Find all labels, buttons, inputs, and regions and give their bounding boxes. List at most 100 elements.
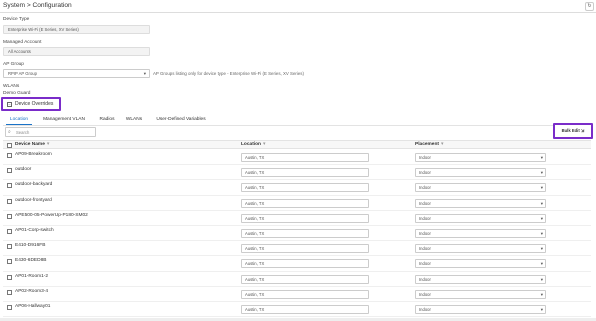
location-input[interactable]: Austin, TX [241,259,369,269]
row-checkbox[interactable] [7,289,12,295]
chevron-down-icon: ▾ [540,276,543,282]
ap-group-label: AP Group [3,62,24,67]
placement-select[interactable]: Indoor ▾ [415,274,546,284]
device-name: AP06-Hallway01 [15,304,51,309]
location-input[interactable]: Austin, TX [241,153,369,162]
sort-icon: ▾ [441,142,444,147]
row-checkbox[interactable] [7,259,12,265]
row-checkbox[interactable] [7,168,12,174]
chevron-down-icon: ▾ [540,307,543,312]
chevron-down-icon: ▾ [540,170,543,176]
placement-select[interactable]: Indoor ▾ [415,259,546,269]
location-input[interactable]: Austin, TX [241,229,369,238]
row-checkbox[interactable] [7,274,12,280]
placement-select[interactable]: Indoor ▾ [415,244,546,254]
chevron-down-icon: ▾ [540,231,543,236]
device-name: E430-6DED8B [15,258,47,264]
sort-icon: ▾ [46,142,50,147]
wlans-label: WLANs [3,84,20,89]
breadcrumb: System > Configuration [3,2,72,9]
placement-select[interactable]: Indoor ▾ [415,305,546,314]
table-row: E430-6DED8B Austin, TX Indoor ▾ [3,256,591,272]
placement-select[interactable]: Indoor ▾ [415,198,546,208]
location-input[interactable]: Austin, TX [241,274,369,284]
table-row: AP09-Breakroom Austin, TX Indoor ▾ [3,150,591,166]
device-overrides-checkbox[interactable]: − [7,102,12,107]
device-type-field: Enterprise Wi-Fi (E Series, XV Series) [3,25,150,34]
row-checkbox[interactable] [7,244,12,250]
chevron-down-icon: ▾ [540,261,543,267]
device-type-label: Device Type [3,17,30,22]
device-overrides-toggle[interactable]: − Device Overrides [1,97,61,111]
placement-select[interactable]: Indoor ▾ [415,168,546,178]
table-row: APE500-05-PowerUp-P180-SM02 Austin, TX I… [3,211,591,226]
device-name: outdoor [15,167,32,173]
table-row: E410-D916FB Austin, TX Indoor ▾ [3,241,591,257]
ap-group-value: RPIP AP Group [8,71,37,76]
bulk-edit-button[interactable]: Bulk Edit ⇲ [553,123,593,139]
placement-select[interactable]: Indoor ▾ [415,229,546,238]
bulk-edit-label: Bulk Edit ⇲ [561,128,585,133]
select-all-checkbox[interactable] [7,142,12,148]
device-name: outdoor-frontyard [15,197,52,203]
refresh-icon[interactable]: ↻ [585,2,594,11]
location-input[interactable]: Austin, TX [241,305,369,314]
row-checkbox[interactable] [7,183,12,189]
tab-location[interactable]: Location [6,114,32,125]
row-checkbox[interactable] [7,305,12,310]
location-input[interactable]: Austin, TX [241,168,369,178]
table-row: AP02-Room3-4 Austin, TX Indoor ▾ [3,287,591,302]
chevron-down-icon: ▾ [540,215,543,221]
table-row: AP01-Corp-switch Austin, TX Indoor ▾ [3,226,591,242]
table-row: AP01-Room1-2 Austin, TX Indoor ▾ [3,272,591,287]
wlans-value: Demo Guard [3,91,31,96]
column-placement[interactable]: Placement ▾ [415,142,443,147]
device-overrides-label: Device Overrides [15,101,54,107]
location-input[interactable]: Austin, TX [241,213,369,223]
device-name: APE500-05-PowerUp-P180-SM02 [15,212,88,218]
placement-select[interactable]: Indoor ▾ [415,183,546,193]
placement-select[interactable]: Indoor ▾ [415,289,546,299]
chevron-down-icon: ▾ [540,291,543,297]
search-placeholder: Search [16,129,30,135]
managed-account-field: All Accounts [3,47,150,56]
location-input[interactable]: Austin, TX [241,244,369,254]
column-device-name[interactable]: Device Name ▾ [15,142,49,147]
location-input[interactable]: Austin, TX [241,198,369,208]
row-checkbox[interactable] [7,153,12,158]
device-name: AP02-Room3-4 [15,288,49,294]
table-row: AP06-Hallway01 Austin, TX Indoor ▾ [3,302,591,318]
page-header: System > Configuration ↻ [0,0,596,13]
chevron-down-icon: ▾ [143,71,146,76]
placement-select[interactable]: Indoor ▾ [415,213,546,223]
row-checkbox[interactable] [7,198,12,204]
row-checkbox[interactable] [7,229,12,234]
ap-group-hint: AP Groups listing only for device type -… [153,71,304,76]
tab-user-defined-variables[interactable]: User-Defined Variables [150,114,212,125]
device-name: E410-D916FB [15,243,46,249]
chevron-down-icon: ▾ [540,185,543,191]
sort-icon: ▾ [263,142,266,147]
table-row: outdoor-frontyard Austin, TX Indoor ▾ [3,196,591,211]
location-input[interactable]: Austin, TX [241,289,369,299]
device-name: AP01-Corp-switch [15,228,54,233]
row-checkbox[interactable] [7,213,12,219]
location-input[interactable]: Austin, TX [241,183,369,193]
placement-select[interactable]: Indoor ▾ [415,153,546,162]
device-name: outdoor-backyard [15,182,53,188]
tab-divider [3,125,591,126]
chevron-down-icon: ▾ [540,200,543,206]
chevron-down-icon: ▾ [540,155,543,160]
tab-wlans[interactable]: WLANs [123,114,145,125]
search-box[interactable]: ⌕ Search [5,127,96,137]
ap-group-select[interactable]: RPIP AP Group ▾ [3,69,150,78]
chevron-down-icon: ▾ [540,246,543,252]
table-row: outdoor Austin, TX Indoor ▾ [3,165,591,181]
search-icon: ⌕ [8,130,11,135]
table-row: outdoor-backyard Austin, TX Indoor ▾ [3,180,591,196]
tab-management-vlan[interactable]: Management VLAN [37,114,91,125]
tab-radios[interactable]: Radios [96,114,118,125]
table-header: Device Name ▾ Location ▾ Placement ▾ [3,140,591,149]
managed-account-label: Managed Account [3,40,42,45]
column-location[interactable]: Location ▾ [241,142,265,147]
